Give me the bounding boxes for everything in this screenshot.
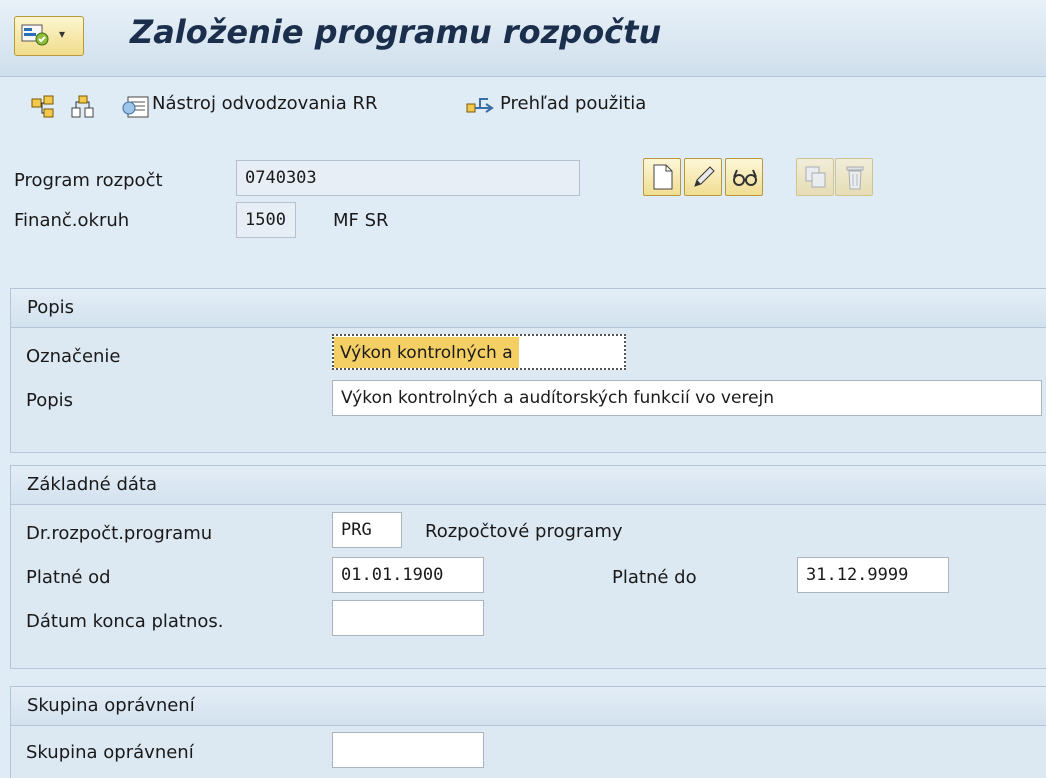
popis-label: Popis — [26, 390, 74, 411]
authorization-group-title: Skupina oprávnení — [27, 695, 195, 716]
system-menu-button[interactable]: ▾ — [14, 16, 84, 56]
page-title: Založenie programu rozpočtu — [130, 13, 662, 51]
usage-overview-link[interactable]: Prehľad použitia — [500, 93, 646, 114]
display-button[interactable] — [725, 158, 763, 196]
program-type-text: Rozpočtové programy — [425, 521, 623, 542]
valid-to-field[interactable]: 31.12.9999 — [797, 557, 949, 593]
copy-icon — [804, 165, 828, 194]
create-button[interactable] — [643, 158, 681, 196]
valid-from-field[interactable]: 01.01.1900 — [332, 557, 484, 593]
chevron-down-icon: ▾ — [59, 27, 66, 41]
structure-icon[interactable] — [70, 94, 96, 120]
oznacenie-label: Označenie — [26, 346, 121, 367]
description-group: Popis — [10, 288, 1046, 453]
description-group-header: Popis — [11, 289, 1046, 328]
fin-area-label: Finanč.okruh — [14, 210, 130, 231]
program-type-label: Dr.rozpočt.programu — [26, 523, 213, 544]
derivation-tool-icon[interactable] — [122, 94, 149, 120]
basic-data-group-title: Základné dáta — [27, 474, 157, 495]
oznacenie-field[interactable]: Výkon kontrolných a — [332, 334, 626, 370]
change-icon — [691, 164, 717, 195]
oznacenie-value: Výkon kontrolných a — [334, 337, 519, 368]
derivation-tool-link[interactable]: Nástroj odvodzovania RR — [152, 93, 378, 114]
popis-field[interactable]: Výkon kontrolných a audítorských funkcií… — [332, 380, 1042, 416]
authorization-group-header: Skupina oprávnení — [11, 687, 1046, 726]
authorization-group: Skupina oprávnení — [10, 686, 1046, 778]
authorization-label: Skupina oprávnení — [26, 742, 194, 763]
authorization-field[interactable] — [332, 732, 484, 768]
copy-button[interactable] — [796, 158, 834, 196]
display-icon — [731, 167, 759, 194]
valid-to-label: Platné do — [612, 567, 697, 588]
program-type-field[interactable]: PRG — [332, 512, 402, 548]
description-group-title: Popis — [27, 297, 75, 318]
end-date-label: Dátum konca platnos. — [26, 611, 224, 632]
basic-data-group-header: Základné dáta — [11, 466, 1046, 505]
hierarchy-icon[interactable] — [30, 94, 56, 120]
end-date-field[interactable] — [332, 600, 484, 636]
delete-icon — [845, 164, 865, 195]
sap-menu-icon — [21, 22, 51, 48]
usage-overview-icon[interactable] — [466, 94, 494, 120]
fin-area-text: MF SR — [333, 210, 389, 231]
program-field[interactable]: 0740303 — [236, 160, 580, 196]
change-button[interactable] — [684, 158, 722, 196]
delete-button[interactable] — [835, 158, 873, 196]
program-label: Program rozpočt — [14, 170, 163, 191]
create-icon — [652, 164, 674, 195]
valid-from-label: Platné od — [26, 567, 111, 588]
fin-area-field[interactable]: 1500 — [236, 202, 296, 238]
